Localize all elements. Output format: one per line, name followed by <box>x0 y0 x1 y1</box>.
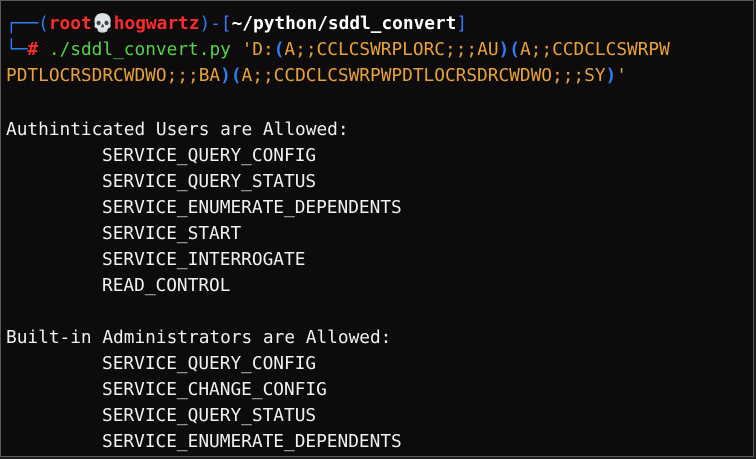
command-name: ./sddl_convert.py <box>48 39 231 60</box>
group1-header: Authinticated Users are Allowed: <box>6 119 349 140</box>
prompt-header-line: ┌──(root💀hogwartz)-[~/python/sddl_conver… <box>6 11 467 37</box>
ace1-text: A;;CCLCSWRPLORC;;;AU <box>284 39 499 60</box>
prompt-user: root <box>48 13 92 34</box>
ace3-text: A;;CCDCLCSWRPWPDTLOCRSDRCWDWO;;;SY <box>241 65 606 86</box>
group1-right: SERVICE_INTERROGATE <box>102 249 306 270</box>
prompt-path: ~/python/sddl_convert <box>231 13 457 34</box>
prompt-box-corner: └─ <box>6 39 28 60</box>
group1-right: SERVICE_QUERY_CONFIG <box>102 145 317 166</box>
ace2-text-part2: PDTLOCRSDRCWDWO;;;BA <box>6 65 221 86</box>
group1-right: SERVICE_START <box>102 223 242 244</box>
ace1-open-paren: ( <box>273 39 285 60</box>
group1-right: READ_CONTROL <box>102 275 231 296</box>
prompt-hash: # <box>27 39 39 60</box>
group2-right: SERVICE_ENUMERATE_DEPENDENTS <box>102 431 402 452</box>
prompt-box-open: ┌──( <box>6 13 49 34</box>
skull-icon: 💀 <box>91 13 114 34</box>
closing-quote: ' <box>616 65 627 86</box>
ace1-close-paren: ) <box>498 39 510 60</box>
prompt-bracket-close: ] <box>456 13 468 34</box>
ace2-text-part1: A;;CCDCLCSWRPW <box>519 39 670 60</box>
group2-header: Built-in Administrators are Allowed: <box>6 327 392 348</box>
command-line-wrap[interactable]: PDTLOCRSDRCWDWO;;;BA)(A;;CCDCLCSWRPWPDTL… <box>6 63 627 89</box>
ace3-open-paren: ( <box>230 65 242 86</box>
prompt-bracket-open: )-[ <box>199 13 232 34</box>
ace3-close-paren: ) <box>605 65 617 86</box>
ace2-open-paren: ( <box>509 39 520 60</box>
group2-right: SERVICE_QUERY_CONFIG <box>102 353 317 374</box>
sddl-prefix: 'D: <box>241 39 274 60</box>
group2-right: SERVICE_CHANGE_CONFIG <box>102 379 327 400</box>
group2-right: SERVICE_QUERY_STATUS <box>102 405 317 426</box>
group1-right: SERVICE_ENUMERATE_DEPENDENTS <box>102 197 402 218</box>
ace2-close-paren: ) <box>220 65 231 86</box>
prompt-host: hogwartz <box>113 13 200 34</box>
terminal-window[interactable]: ┌──(root💀hogwartz)-[~/python/sddl_conver… <box>0 0 754 457</box>
group1-right: SERVICE_QUERY_STATUS <box>102 171 317 192</box>
command-line[interactable]: └─# ./sddl_convert.py 'D:(A;;CCLCSWRPLOR… <box>6 37 670 63</box>
